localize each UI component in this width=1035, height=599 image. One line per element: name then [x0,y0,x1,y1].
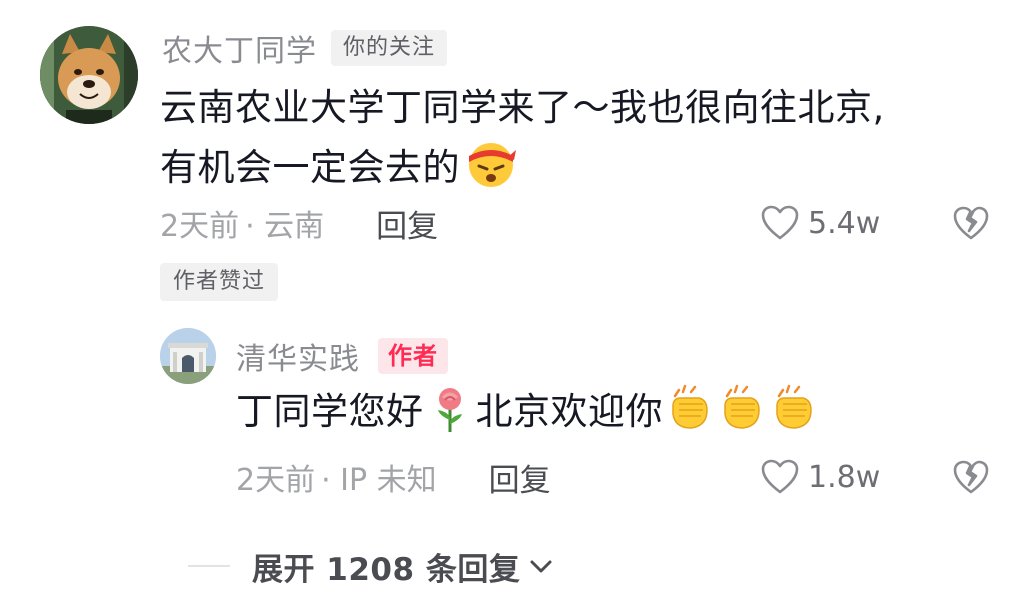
comment-thread: 农大丁同学 你的关注 云南农业大学丁同学来了～我也很向往北京, 有机会一定会去的… [0,0,1035,599]
comment-username[interactable]: 农大丁同学 [162,26,317,70]
expand-replies-label: 展开 1208 条回复 [252,551,521,588]
reply-meta: 2天前 · IP 未知 回复 [236,452,551,502]
comment-reply-button[interactable]: 回复 [376,201,438,246]
expand-divider [188,565,230,567]
clapping-hands-icon [672,384,708,429]
broken-heart-icon [953,206,989,240]
comment-header: 农大丁同学 你的关注 [162,26,448,70]
author-liked-badge: 作者赞过 [160,263,279,301]
comment-location: · 云南 [245,209,325,244]
angry-headband-emoji-icon [469,143,516,187]
avatar[interactable] [40,26,138,124]
comment-text-line-2: 有机会一定会去的 [160,136,1010,196]
following-tag: 你的关注 [331,30,448,66]
author-tag: 作者 [378,338,448,374]
reply-avatar[interactable] [160,328,216,384]
comment-meta: 2天前 · 云南 回复 [160,198,438,248]
heart-outline-icon [761,459,799,494]
reply-location: · IP 未知 [321,463,437,498]
reply-text[interactable]: 丁同学您好 北京欢迎你 [236,384,996,440]
heart-outline-icon [761,205,799,240]
reply-reply-button[interactable]: 回复 [489,455,551,500]
reply-text-part-2: 北京欢迎你 [475,390,663,433]
comment-like-count: 5.4w [808,205,881,241]
clapping-hands-icon [776,384,812,429]
reply-header: 清华实践 作者 [236,334,448,378]
shiba-dog-avatar-icon [40,26,138,124]
broken-heart-icon [953,460,989,494]
reply-text-part-1: 丁同学您好 [236,390,424,433]
comment-dislike-button[interactable] [952,204,990,242]
comment-time: 2天前 [160,209,240,244]
expand-replies-button[interactable]: 展开 1208 条回复 [188,544,556,588]
reply-time: 2天前 [236,463,316,498]
clapping-hands-icon [724,384,760,429]
chevron-down-icon [530,560,552,573]
comment-like-button[interactable]: 5.4w [760,198,880,248]
reply-like-count: 1.8w [808,459,881,495]
reply-dislike-button[interactable] [952,458,990,496]
reply-like-button[interactable]: 1.8w [760,452,880,502]
comment-text-line-2-label: 有机会一定会去的 [160,146,460,189]
tsinghua-gate-avatar-icon [160,328,216,384]
rose-icon [437,388,462,432]
comment-text-line-1: 云南农业大学丁同学来了～我也很向往北京, [160,86,885,129]
reply-username[interactable]: 清华实践 [236,334,360,378]
comment-text[interactable]: 云南农业大学丁同学来了～我也很向往北京, 有机会一定会去的 [160,80,1010,196]
